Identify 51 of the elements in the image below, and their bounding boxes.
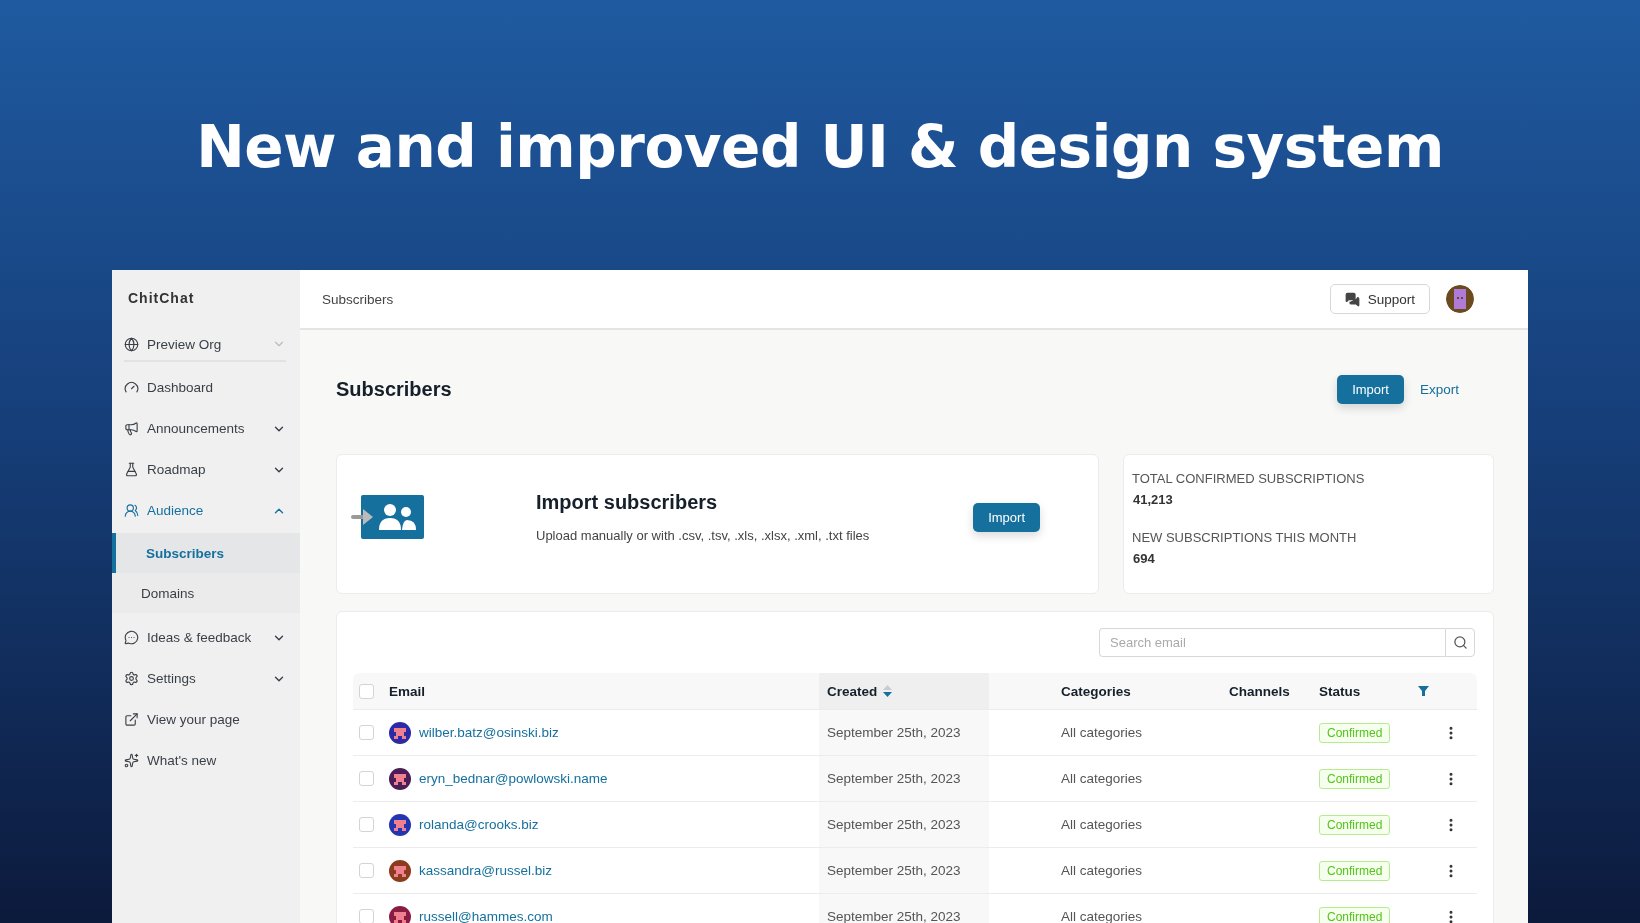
created-date: September 25th, 2023: [827, 817, 961, 832]
email-link[interactable]: kassandra@russel.biz: [419, 863, 552, 878]
created-date: September 25th, 2023: [827, 909, 961, 923]
nav-item[interactable]: What's new: [124, 740, 286, 781]
created-date: September 25th, 2023: [827, 771, 961, 786]
stat-label: NEW SUBSCRIPTIONS THIS MONTH: [1132, 530, 1358, 545]
nav-item[interactable]: Audience: [124, 490, 286, 531]
created-date: September 25th, 2023: [827, 863, 961, 878]
categories-cell: All categories: [1061, 817, 1143, 832]
stat-label: TOTAL CONFIRMED SUBSCRIPTIONS: [1132, 471, 1366, 486]
brand-name: ChitChat: [127, 289, 196, 308]
nav-subitem[interactable]: Domains: [112, 573, 300, 613]
email-link[interactable]: wilber.batz@osinski.biz: [419, 725, 559, 740]
export-link[interactable]: Export: [1419, 381, 1459, 397]
column-header: Email: [389, 683, 426, 699]
categories-cell: All categories: [1061, 771, 1143, 786]
email-link[interactable]: russell@hammes.com: [419, 909, 553, 923]
status-badge: Confirmed: [1319, 722, 1391, 743]
status-badge: Confirmed: [1319, 768, 1391, 789]
import-button[interactable]: Import: [973, 502, 1040, 532]
nav-item[interactable]: Settings: [124, 658, 286, 699]
status-badge: Confirmed: [1319, 814, 1391, 835]
nav-item[interactable]: Roadmap: [124, 449, 286, 490]
created-date: September 25th, 2023: [827, 725, 961, 740]
categories-cell: All categories: [1061, 909, 1143, 923]
stat-value: 694: [1133, 551, 1156, 566]
column-header[interactable]: Created: [827, 683, 878, 699]
nav-subitem[interactable]: Subscribers: [112, 533, 300, 573]
email-link[interactable]: eryn_bednar@powlowski.name: [419, 771, 608, 786]
search-field[interactable]: Search email: [1099, 628, 1445, 657]
status-badge: Confirmed: [1319, 860, 1391, 881]
import-button[interactable]: Import: [1337, 374, 1404, 404]
email-link[interactable]: rolanda@crooks.biz: [419, 817, 539, 832]
import-description: Upload manually or with .csv, .tsv, .xls, .xlsx, .xml, .txt files: [536, 528, 871, 543]
breadcrumb: Subscribers: [322, 291, 395, 307]
nav-item[interactable]: Announcements: [124, 408, 286, 449]
column-header: Channels: [1229, 683, 1290, 699]
column-header: Status: [1319, 683, 1361, 699]
page-title: Subscribers: [336, 377, 453, 401]
nav-item[interactable]: Dashboard: [124, 367, 286, 408]
nav-item[interactable]: Ideas & feedback: [124, 617, 286, 658]
status-badge: Confirmed: [1319, 906, 1391, 923]
stat-value: 41,213: [1133, 492, 1174, 507]
org-switcher[interactable]: Preview Org: [124, 328, 286, 362]
banner-title: New and improved UI & design system: [196, 113, 1444, 181]
column-header: Categories: [1061, 683, 1131, 699]
import-title: Import subscribers: [536, 491, 719, 514]
nav-item[interactable]: View your page: [124, 699, 286, 740]
support-button[interactable]: Support: [1329, 284, 1430, 314]
categories-cell: All categories: [1061, 863, 1143, 878]
categories-cell: All categories: [1061, 725, 1143, 740]
